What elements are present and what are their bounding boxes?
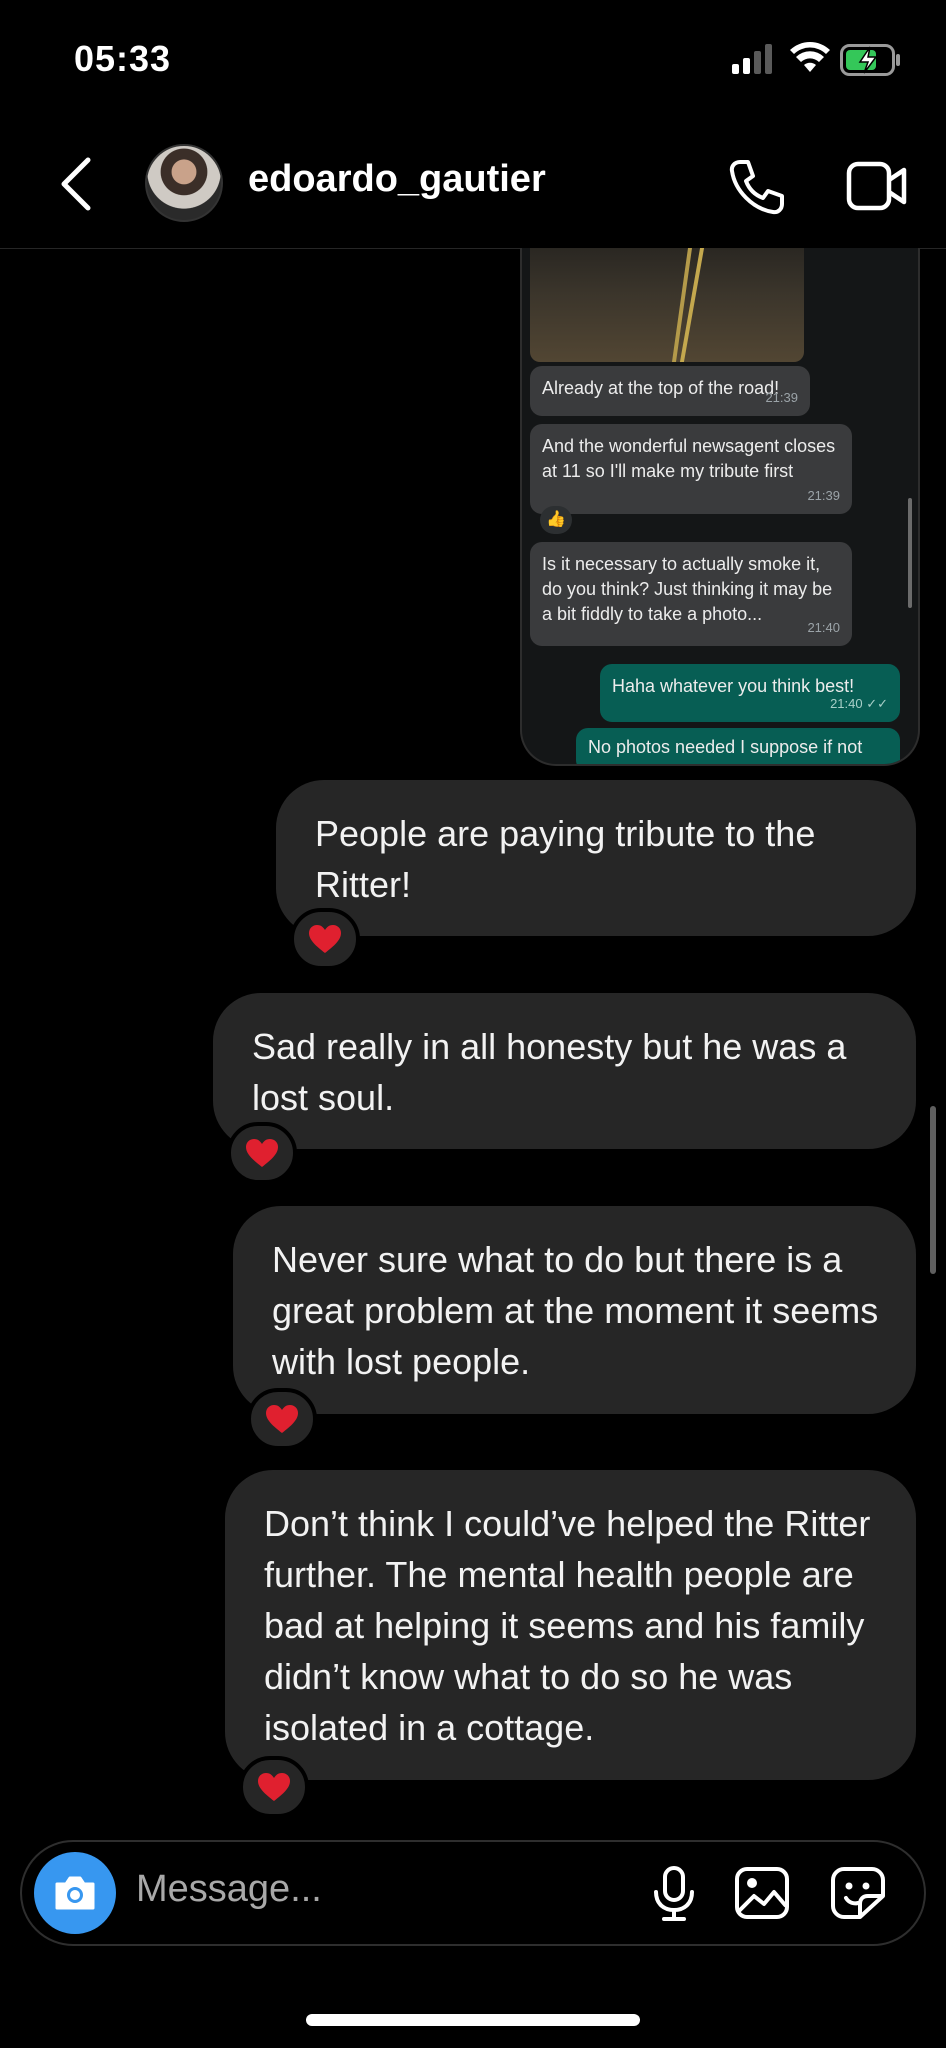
chat-message-sent: Haha whatever you think best! 21:40 ✓✓ <box>600 664 900 722</box>
message-input[interactable]: Message... <box>136 1868 322 1911</box>
message-text: People are paying tribute to the Ritter! <box>315 813 816 905</box>
message-text: Never sure what to do but there is a gre… <box>272 1239 879 1382</box>
video-call-icon[interactable] <box>846 158 908 214</box>
message-text: No photos needed I suppose if not <box>588 737 863 757</box>
chat-header: edoardo_gautier <box>0 128 946 249</box>
chat-message: Is it necessary to actually smoke it, do… <box>530 542 852 646</box>
heart-reaction[interactable] <box>227 1122 297 1184</box>
message-text: And the wonderful newsagent closes at 11… <box>542 436 836 481</box>
screenshot-attachment[interactable]: Already at the top of the road! 21:39 An… <box>520 248 920 766</box>
avatar[interactable] <box>145 144 223 222</box>
message-bubble[interactable]: Sad really in all honesty but he was a l… <box>213 993 916 1149</box>
sticker-icon[interactable] <box>830 1866 886 1920</box>
camera-button[interactable] <box>34 1852 116 1934</box>
message-text: Is it necessary to actually smoke it, do… <box>542 554 833 624</box>
message-composer: Message... <box>20 1840 926 1946</box>
camera-icon <box>55 1876 95 1910</box>
cellular-signal-icon <box>732 44 772 74</box>
back-arrow-icon[interactable] <box>56 156 96 212</box>
message-text: Don’t think I could’ve helped the Ritter… <box>264 1503 871 1748</box>
heart-reaction[interactable] <box>247 1388 317 1450</box>
heart-reaction[interactable] <box>290 908 360 970</box>
message-bubble[interactable]: People are paying tribute to the Ritter! <box>276 780 916 936</box>
gallery-icon[interactable] <box>734 1866 790 1920</box>
message-time: 21:40 <box>807 620 840 635</box>
microphone-icon[interactable] <box>648 1866 700 1922</box>
chat-message: Already at the top of the road! 21:39 <box>530 366 810 416</box>
username[interactable]: edoardo_gautier <box>248 158 546 201</box>
message-bubble[interactable]: Don’t think I could’ve helped the Ritter… <box>225 1470 916 1780</box>
heart-icon <box>246 1139 278 1167</box>
chat-message: And the wonderful newsagent closes at 11… <box>530 424 852 514</box>
message-text: Sad really in all honesty but he was a l… <box>252 1026 847 1118</box>
clock: 05:33 <box>74 38 172 79</box>
road-photo <box>530 248 804 362</box>
battery-charging-icon <box>840 44 900 76</box>
phone-call-icon[interactable] <box>726 156 788 218</box>
message-time: 21:39 <box>807 488 840 503</box>
wifi-icon <box>790 42 830 72</box>
message-time: 21:39 <box>765 390 798 405</box>
scrollbar[interactable] <box>930 1106 936 1274</box>
thumbs-up-reaction: 👍 <box>540 506 572 534</box>
scrollbar <box>908 498 912 608</box>
heart-icon <box>309 925 341 953</box>
heart-icon <box>258 1773 290 1801</box>
message-bubble[interactable]: Never sure what to do but there is a gre… <box>233 1206 916 1414</box>
message-time: 21:40 ✓✓ <box>830 696 888 711</box>
message-text: Haha whatever you think best! <box>612 676 855 696</box>
message-text: Already at the top of the road! <box>542 378 780 398</box>
heart-reaction[interactable] <box>239 1756 309 1818</box>
chat-message-sent: No photos needed I suppose if not <box>576 728 900 764</box>
heart-icon <box>266 1405 298 1433</box>
status-bar: 05:33 <box>0 0 946 120</box>
home-indicator[interactable] <box>306 2014 640 2026</box>
